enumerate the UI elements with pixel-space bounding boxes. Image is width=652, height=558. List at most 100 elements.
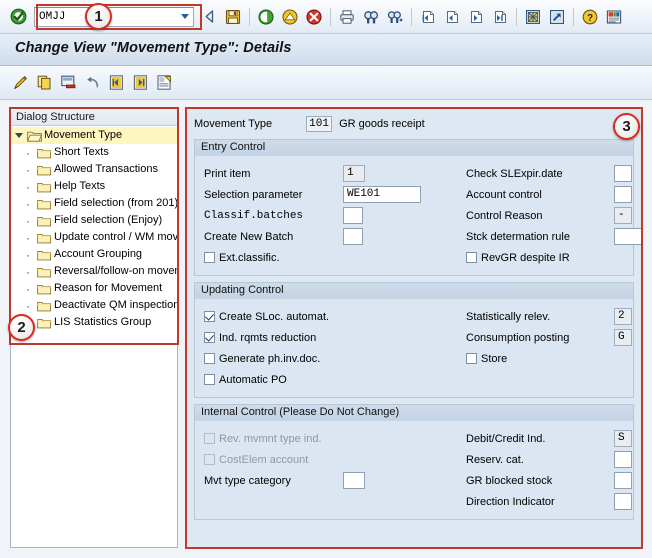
delete-icon[interactable]	[57, 72, 79, 94]
cancel-yellow-icon[interactable]	[279, 6, 301, 28]
folder-icon	[37, 300, 52, 312]
tree-item-movement-type[interactable]: Movement Type	[11, 127, 177, 144]
tree-item[interactable]: ·Help Texts	[11, 178, 177, 195]
stop-red-icon[interactable]	[303, 6, 325, 28]
checkbox-input[interactable]	[466, 252, 477, 263]
field-input[interactable]	[343, 228, 363, 245]
tree-item[interactable]: ·Field selection (Enjoy)	[11, 212, 177, 229]
next-entry-icon[interactable]	[129, 72, 151, 94]
print-icon[interactable]	[336, 6, 358, 28]
field-label: Reserv. cat.	[466, 454, 524, 466]
previous-entry-icon[interactable]	[105, 72, 127, 94]
group-box: Entry ControlPrint item1Selection parame…	[194, 139, 634, 276]
help-icon[interactable]: ?	[579, 6, 601, 28]
field-input[interactable]	[614, 165, 632, 182]
field-input[interactable]	[614, 228, 642, 245]
undo-icon[interactable]	[81, 72, 103, 94]
details-icon[interactable]	[153, 72, 175, 94]
tree-item[interactable]: ·Reversal/follow-on movement types	[11, 263, 177, 280]
field-label: Mvt type category	[204, 475, 291, 487]
exit-green-icon[interactable]	[255, 6, 277, 28]
checkbox-input[interactable]	[204, 374, 215, 385]
checkbox-input[interactable]	[204, 332, 215, 343]
detail-groups: Entry ControlPrint item1Selection parame…	[187, 139, 641, 520]
tree-item[interactable]: ·LIS Statistics Group	[11, 314, 177, 331]
group-body: Rev. mvmnt type ind.CostElem accountMvt …	[195, 421, 633, 519]
field-input[interactable]: WE101	[343, 186, 421, 203]
field-input[interactable]	[614, 493, 632, 510]
shortcut-icon[interactable]	[546, 6, 568, 28]
layout-menu-icon[interactable]	[603, 6, 625, 28]
checkbox-label: Ind. rqmts reduction	[219, 332, 316, 344]
tree-item[interactable]: ·Short Texts	[11, 144, 177, 161]
field-input[interactable]: -	[614, 207, 632, 224]
tree-item[interactable]: ·Account Grouping	[11, 246, 177, 263]
checkbox-input[interactable]	[204, 252, 215, 263]
field-label: Account control	[466, 189, 542, 201]
folder-icon	[37, 232, 52, 244]
last-page-icon[interactable]	[489, 6, 511, 28]
find-next-icon[interactable]	[384, 6, 406, 28]
checkbox-input[interactable]	[204, 311, 215, 322]
checkbox-input[interactable]	[466, 353, 477, 364]
tree-bullet-icon: ·	[11, 248, 37, 262]
new-entries-icon[interactable]	[9, 72, 31, 94]
folder-icon	[37, 164, 52, 176]
dialog-structure-tree[interactable]: Dialog Structure Movement Type ·Short Te…	[10, 108, 178, 548]
checkbox-input	[204, 433, 215, 444]
checkbox-label: Automatic PO	[219, 374, 287, 386]
chevron-down-icon[interactable]	[11, 133, 27, 138]
field-label: Statistically relev.	[466, 311, 550, 323]
field-input[interactable]: S	[614, 430, 632, 447]
group-title: Entry Control	[195, 139, 633, 156]
tree-item[interactable]: ·Field selection (from 201)	[11, 195, 177, 212]
checkbox-row[interactable]: Generate ph.inv.doc.	[195, 348, 457, 369]
checkbox-input[interactable]	[204, 353, 215, 364]
field-input[interactable]: G	[614, 329, 632, 346]
back-arrow-icon[interactable]	[198, 6, 220, 28]
callout-badge-2: 2	[8, 314, 35, 341]
checkbox-row[interactable]: Store	[457, 348, 633, 369]
chevron-down-icon[interactable]	[178, 10, 192, 24]
field-label: Direction Indicator	[466, 496, 555, 508]
field-row: Selection parameterWE101	[195, 184, 457, 205]
checkbox-row[interactable]: RevGR despite IR	[457, 247, 633, 268]
field-row: Debit/Credit Ind.S	[457, 428, 633, 449]
tree-item-label: Field selection (Enjoy)	[54, 212, 162, 229]
field-input[interactable]	[614, 472, 632, 489]
checkbox-row[interactable]: Ind. rqmts reduction	[195, 327, 457, 348]
toolbar-divider	[573, 8, 574, 26]
new-session-icon[interactable]	[522, 6, 544, 28]
tree-item[interactable]: ·Deactivate QM inspection	[11, 297, 177, 314]
callout-badge-3-number: 3	[622, 118, 630, 135]
copy-as-icon[interactable]	[33, 72, 55, 94]
previous-page-icon[interactable]	[441, 6, 463, 28]
field-row: Reserv. cat.	[457, 449, 633, 470]
tree-bullet-icon: ·	[11, 180, 37, 194]
find-icon[interactable]	[360, 6, 382, 28]
field-input[interactable]	[343, 472, 365, 489]
field-input[interactable]: 1	[343, 165, 365, 182]
tree-item-label: Deactivate QM inspection	[54, 297, 177, 314]
checkbox-row[interactable]: Automatic PO	[195, 369, 457, 390]
command-field-value: OMJJ	[39, 11, 65, 23]
first-page-icon[interactable]	[417, 6, 439, 28]
checkbox-row[interactable]: Create SLoc. automat.	[195, 306, 457, 327]
enter-check-icon[interactable]	[7, 6, 29, 28]
command-field[interactable]: OMJJ	[34, 7, 194, 27]
field-input[interactable]	[614, 186, 632, 203]
field-input[interactable]	[343, 207, 363, 224]
checkbox-row[interactable]: Ext.classific.	[195, 247, 457, 268]
tree-item[interactable]: ·Reason for Movement	[11, 280, 177, 297]
field-input[interactable]	[614, 451, 632, 468]
group-title: Updating Control	[195, 282, 633, 299]
folder-icon	[37, 198, 52, 210]
checkbox-row: Rev. mvmnt type ind.	[195, 428, 457, 449]
movement-type-code-field[interactable]: 101	[306, 116, 332, 132]
group-column-right: Statistically relev.2Consumption posting…	[457, 306, 633, 390]
tree-item[interactable]: ·Update control / WM movement types	[11, 229, 177, 246]
tree-item[interactable]: ·Allowed Transactions	[11, 161, 177, 178]
field-input[interactable]: 2	[614, 308, 632, 325]
next-page-icon[interactable]	[465, 6, 487, 28]
save-disk-icon[interactable]	[222, 6, 244, 28]
